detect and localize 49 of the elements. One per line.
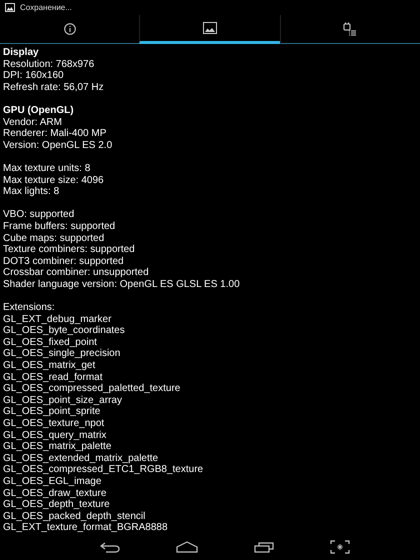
info-line: GL_OES_query_matrix bbox=[3, 430, 108, 442]
section-title: Display bbox=[3, 47, 40, 59]
device-list-icon bbox=[343, 22, 358, 36]
info-line: Resolution: 768x976 bbox=[3, 58, 96, 70]
image-icon bbox=[202, 22, 217, 34]
tab[interactable] bbox=[280, 15, 420, 44]
info-line: GL_OES_draw_texture bbox=[3, 488, 108, 500]
info-line: Crossbar combiner: unsupported bbox=[3, 267, 150, 279]
tab[interactable] bbox=[139, 15, 280, 44]
info-line: Frame buffers: supported bbox=[3, 220, 116, 232]
info-line: Max lights: 8 bbox=[3, 186, 60, 198]
info-line: GL_OES_fixed_point bbox=[3, 336, 98, 348]
info-line: GL_OES_single_precision bbox=[3, 348, 122, 360]
recent-apps-icon[interactable] bbox=[254, 541, 274, 553]
home-icon[interactable] bbox=[176, 541, 198, 553]
screenshot-icon[interactable] bbox=[330, 540, 350, 554]
back-icon[interactable] bbox=[100, 541, 120, 553]
info-line: GL_EXT_texture_format_BGRA8888 bbox=[3, 522, 169, 534]
info-line: Cube maps: supported bbox=[3, 232, 106, 244]
info-line: Refresh rate: 56,07 Hz bbox=[3, 82, 105, 94]
info-line: GL_OES_point_size_array bbox=[3, 394, 123, 406]
info-line: GL_OES_depth_texture bbox=[3, 499, 111, 511]
info-line: DOT3 combiner: supported bbox=[3, 256, 125, 268]
info-line: Max texture size: 4096 bbox=[3, 174, 105, 186]
info-line: GL_OES_matrix_get bbox=[3, 360, 96, 372]
info-line: GL_OES_extended_matrix_palette bbox=[3, 452, 160, 464]
image-icon bbox=[5, 3, 15, 12]
info-line: GL_EXT_debug_marker bbox=[3, 314, 112, 326]
notification-text: Сохранение... bbox=[20, 3, 72, 12]
info-line: GL_OES_compressed_ETC1_RGB8_texture bbox=[3, 464, 204, 476]
info-line: GL_OES_read_format bbox=[3, 372, 104, 384]
info-line: GL_OES_texture_npot bbox=[3, 418, 106, 430]
info-line: DPI: 160x160 bbox=[3, 70, 65, 82]
info-line: Version: OpenGL ES 2.0 bbox=[3, 140, 114, 152]
info-line: Vendor: ARM bbox=[3, 116, 63, 128]
info-line: Shader language version: OpenGL ES GLSL ES 1.00 bbox=[3, 278, 241, 290]
info-line: GL_OES_compressed_paletted_texture bbox=[3, 383, 182, 395]
info-line: GL_OES_packed_depth_stencil bbox=[3, 510, 146, 522]
info-line: GL_OES_EGL_image bbox=[3, 476, 102, 488]
info-line: GL_OES_point_sprite bbox=[3, 406, 102, 418]
info-line: Extensions: bbox=[3, 302, 56, 314]
info-line: Max texture units: 8 bbox=[3, 162, 92, 175]
info-line: VBO: supported bbox=[3, 209, 76, 221]
info-icon bbox=[64, 23, 76, 35]
info-line: Texture combiners: supported bbox=[3, 244, 136, 256]
info-line: GL_OES_matrix_palette bbox=[3, 441, 112, 453]
info-line: GL_OES_byte_coordinates bbox=[3, 325, 126, 337]
info-line: Renderer: Mali-400 MP bbox=[3, 128, 108, 140]
section-title: GPU (OpenGL) bbox=[3, 104, 75, 117]
